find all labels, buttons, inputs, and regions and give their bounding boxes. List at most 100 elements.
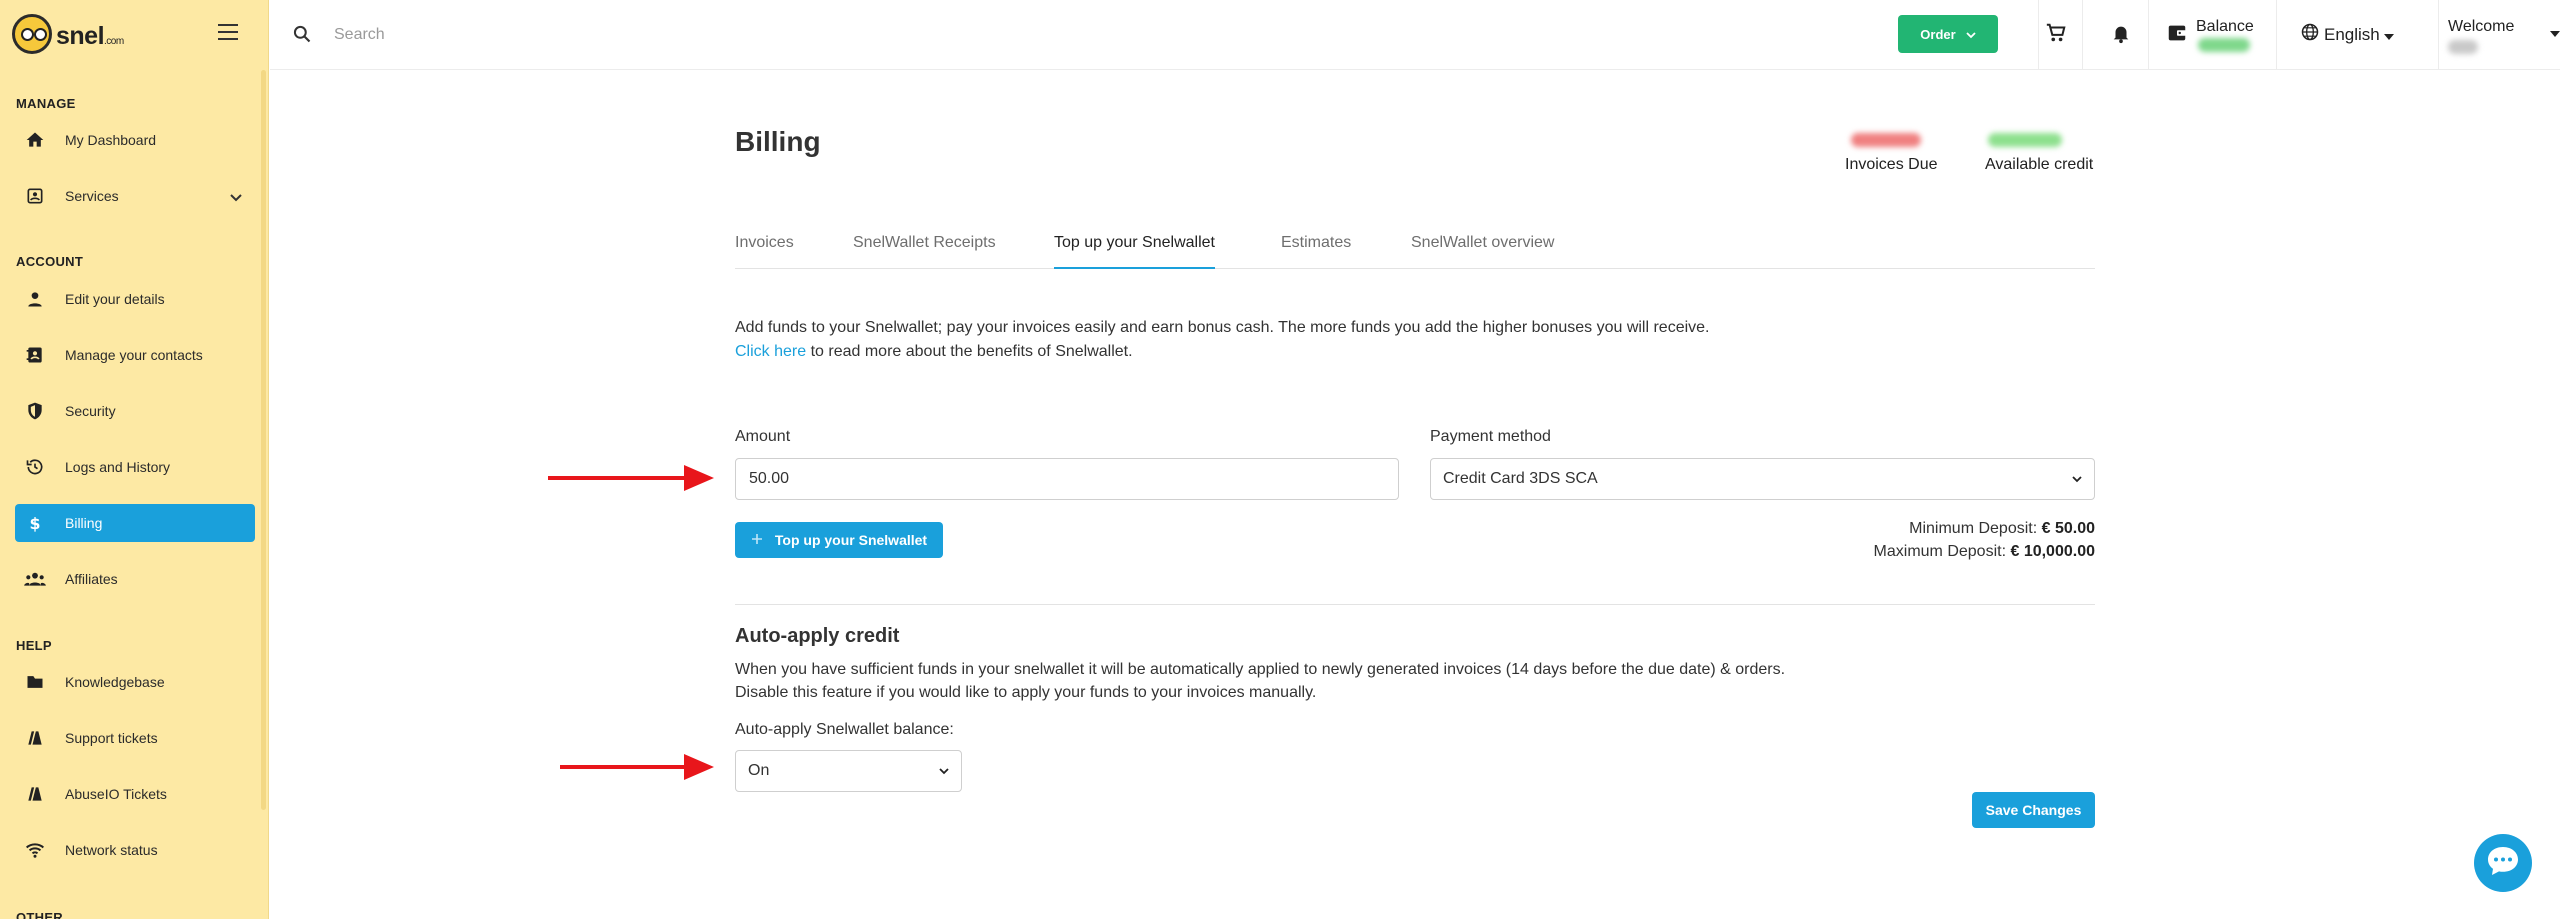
sidebar-item-label: AbuseIO Tickets (65, 786, 167, 802)
sidebar-item-label: Billing (65, 515, 103, 531)
description-line: Add funds to your Snelwallet; pay your i… (735, 319, 1710, 336)
save-changes-button[interactable]: Save Changes (1972, 792, 2095, 828)
sidebar-item-abuseio-tickets[interactable]: AbuseIO Tickets (15, 775, 255, 813)
amount-label: Amount (735, 428, 791, 445)
search-icon[interactable] (292, 24, 312, 49)
chevron-down-icon[interactable] (229, 190, 243, 208)
sidebar-item-billing[interactable]: $ Billing (15, 504, 255, 542)
top-up-button[interactable]: Top up your Snelwallet (735, 522, 943, 558)
ticket-icon (24, 727, 46, 749)
divider (2082, 0, 2083, 70)
plus-icon (751, 532, 763, 548)
affiliates-icon (24, 568, 46, 590)
tab-snelwallet-overview[interactable]: SnelWallet overview (1411, 233, 1554, 269)
divider (2038, 0, 2039, 70)
order-button[interactable]: Order (1898, 15, 1998, 53)
sidebar-item-edit-details[interactable]: Edit your details (15, 280, 255, 318)
sidebar-item-label: Support tickets (65, 730, 158, 746)
sidebar-item-label: Services (65, 188, 119, 204)
language-label: English (2324, 24, 2380, 44)
min-deposit-value: € 50.00 (2041, 520, 2095, 537)
tab-estimates[interactable]: Estimates (1281, 233, 1351, 269)
username-redacted (2448, 40, 2478, 54)
history-icon (24, 456, 46, 478)
tab-snelwallet-receipts[interactable]: SnelWallet Receipts (853, 233, 996, 269)
shield-icon (24, 400, 46, 422)
svg-text:$: $ (29, 514, 40, 533)
brand-suffix: .com (104, 36, 124, 47)
sidebar: snel.com MANAGE My Dashboard Services AC… (0, 0, 269, 919)
chat-icon (2485, 844, 2521, 883)
payment-method-label: Payment method (1430, 428, 1551, 445)
maximum-deposit: Maximum Deposit: € 10,000.00 (1874, 543, 2095, 561)
amount-input[interactable] (735, 458, 1399, 500)
auto-apply-value: On (748, 762, 770, 779)
billing-tabs: Invoices SnelWallet Receipts Top up your… (735, 233, 2095, 269)
payment-method-value: Credit Card 3DS SCA (1443, 470, 1598, 487)
chat-widget-button[interactable] (2474, 834, 2532, 892)
section-title-help: HELP (16, 638, 52, 653)
logo[interactable]: snel.com (12, 12, 142, 58)
read-more-link[interactable]: Click here (735, 343, 806, 360)
caret-down-icon (2550, 24, 2560, 42)
globe-icon (2300, 22, 2320, 47)
auto-apply-select[interactable]: On (735, 750, 962, 792)
sidebar-item-label: Knowledgebase (65, 674, 165, 690)
chevron-down-icon (1966, 27, 1976, 42)
divider (2438, 0, 2439, 70)
order-button-label: Order (1920, 26, 1956, 42)
section-title-other: OTHER (16, 910, 63, 919)
sidebar-item-affiliates[interactable]: Affiliates (15, 560, 255, 598)
stat-label: Invoices Due (1845, 156, 1938, 173)
section-title-manage: MANAGE (16, 96, 76, 111)
sidebar-item-network-status[interactable]: Network status (15, 831, 255, 869)
minimum-deposit: Minimum Deposit: € 50.00 (1909, 520, 2095, 538)
page-title: Billing (735, 126, 821, 157)
divider (2276, 0, 2277, 70)
sidebar-item-knowledgebase[interactable]: Knowledgebase (15, 663, 255, 701)
save-button-label: Save Changes (1985, 802, 2082, 818)
wallet-icon[interactable] (2166, 22, 2188, 49)
sidebar-item-label: My Dashboard (65, 132, 157, 148)
available-credit-value-redacted (1988, 133, 2062, 147)
sidebar-item-label: Affiliates (65, 571, 118, 587)
auto-apply-title: Auto-apply credit (735, 625, 900, 647)
menu-toggle-icon[interactable] (218, 24, 238, 40)
max-deposit-label: Maximum Deposit: (1873, 543, 2011, 560)
tab-top-up-snelwallet[interactable]: Top up your Snelwallet (1054, 233, 1215, 269)
description-line: Disable this feature if you would like t… (735, 684, 1317, 701)
cart-icon[interactable] (2045, 22, 2067, 49)
language-selector[interactable]: English (2300, 22, 2394, 47)
sidebar-item-label: Network status (65, 842, 158, 858)
section-title-account: ACCOUNT (16, 254, 84, 269)
sidebar-item-dashboard[interactable]: My Dashboard (15, 121, 255, 159)
sidebar-item-logs[interactable]: Logs and History (15, 448, 255, 486)
divider (2148, 0, 2149, 70)
home-icon (24, 129, 46, 151)
sidebar-item-label: Logs and History (65, 459, 171, 475)
search-input[interactable] (334, 20, 934, 50)
sidebar-item-support-tickets[interactable]: Support tickets (15, 719, 255, 757)
bell-icon[interactable] (2110, 22, 2132, 49)
contacts-icon (24, 344, 46, 366)
sidebar-item-services[interactable]: Services (15, 177, 255, 215)
sidebar-item-security[interactable]: Security (15, 392, 255, 430)
chevron-down-icon (939, 762, 949, 780)
min-deposit-label: Minimum Deposit: (1909, 520, 2042, 537)
folder-icon (24, 671, 46, 693)
stat-label: Available credit (1985, 156, 2094, 173)
section-divider (735, 604, 2095, 605)
caret-down-icon (2383, 25, 2394, 45)
welcome-label: Welcome (2448, 18, 2515, 35)
description-line: When you have sufficient funds in your s… (735, 661, 1786, 678)
tab-invoices[interactable]: Invoices (735, 233, 794, 269)
top-up-button-label: Top up your Snelwallet (774, 532, 928, 548)
max-deposit-value: € 10,000.00 (2010, 543, 2095, 560)
sidebar-item-contacts[interactable]: Manage your contacts (15, 336, 255, 374)
payment-method-select[interactable]: Credit Card 3DS SCA (1430, 458, 2095, 500)
wifi-icon (24, 839, 46, 861)
sidebar-scrollbar[interactable] (261, 70, 266, 810)
annotation-arrow-auto-apply (560, 754, 714, 780)
topup-description: Add funds to your Snelwallet; pay your i… (735, 316, 1710, 364)
services-icon (24, 185, 46, 207)
